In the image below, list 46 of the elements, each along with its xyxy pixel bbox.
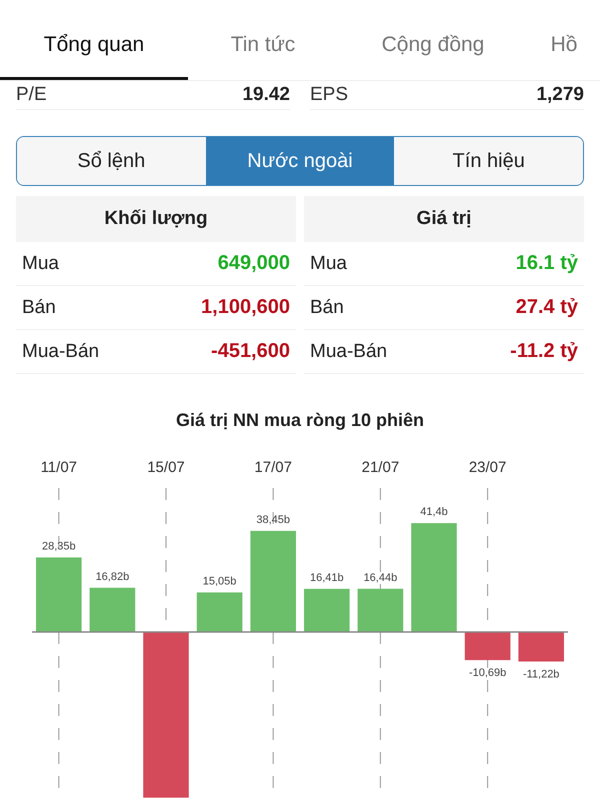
table-header: Khối lượng (16, 196, 296, 242)
axis-label: 21/07 (362, 459, 400, 476)
table-header: Giá trị (304, 196, 584, 242)
row-value: 649,000 (218, 252, 290, 275)
chart-title: Giá trị NN mua ròng 10 phiên (174, 410, 426, 432)
value-label: 41,4b (420, 506, 448, 518)
tab[interactable]: Cộng đồng (338, 0, 528, 80)
value-label: 16,44b (364, 572, 398, 584)
bar (90, 588, 136, 632)
row-label: Mua (22, 252, 59, 274)
bar (518, 632, 564, 662)
bar (196, 592, 242, 632)
value-label: -11,22b (522, 668, 560, 680)
row-value: 16.1 tỷ (516, 252, 578, 275)
stat-value: 1,279 (536, 84, 584, 106)
stat-label: EPS (310, 84, 348, 106)
segment-button[interactable]: Tín hiệu (394, 137, 583, 185)
row-label: Mua-Bán (22, 340, 100, 362)
stat-value: 19.42 (242, 84, 290, 106)
row-label: Bán (22, 296, 56, 318)
value-label: 28,35b (42, 540, 76, 552)
tab[interactable]: Tổng quan (0, 0, 188, 80)
row-label: Mua-Bán (310, 340, 388, 362)
segment-button[interactable]: Nước ngoài (206, 137, 394, 185)
value-label: 38,45b (256, 514, 290, 526)
axis-label: 11/07 (40, 459, 78, 476)
segment-button[interactable]: Sổ lệnh (17, 137, 206, 185)
row-value: 27.4 tỷ (516, 296, 578, 319)
axis-label: 23/07 (468, 459, 506, 476)
row-label: Mua (310, 252, 347, 274)
tab[interactable]: Tin tức (188, 0, 338, 80)
tab[interactable]: Hồ (528, 0, 600, 80)
row-value: -451,600 (211, 340, 290, 363)
value-label: -10,69b (468, 667, 506, 680)
value-label: 15,05b (202, 575, 236, 588)
bar (304, 588, 350, 632)
bar (464, 632, 510, 660)
row-value: -11.2 tỷ (510, 340, 578, 363)
row-value: 1,100,600 (201, 296, 290, 319)
value-label: 16,41b (310, 572, 344, 584)
axis-label: 17/07 (254, 459, 292, 476)
axis-label: 15/07 (147, 459, 185, 476)
row-label: Bán (310, 296, 344, 318)
stat-label: P/E (16, 84, 47, 106)
bar (358, 588, 404, 632)
value-label: 16,82b (96, 570, 130, 583)
